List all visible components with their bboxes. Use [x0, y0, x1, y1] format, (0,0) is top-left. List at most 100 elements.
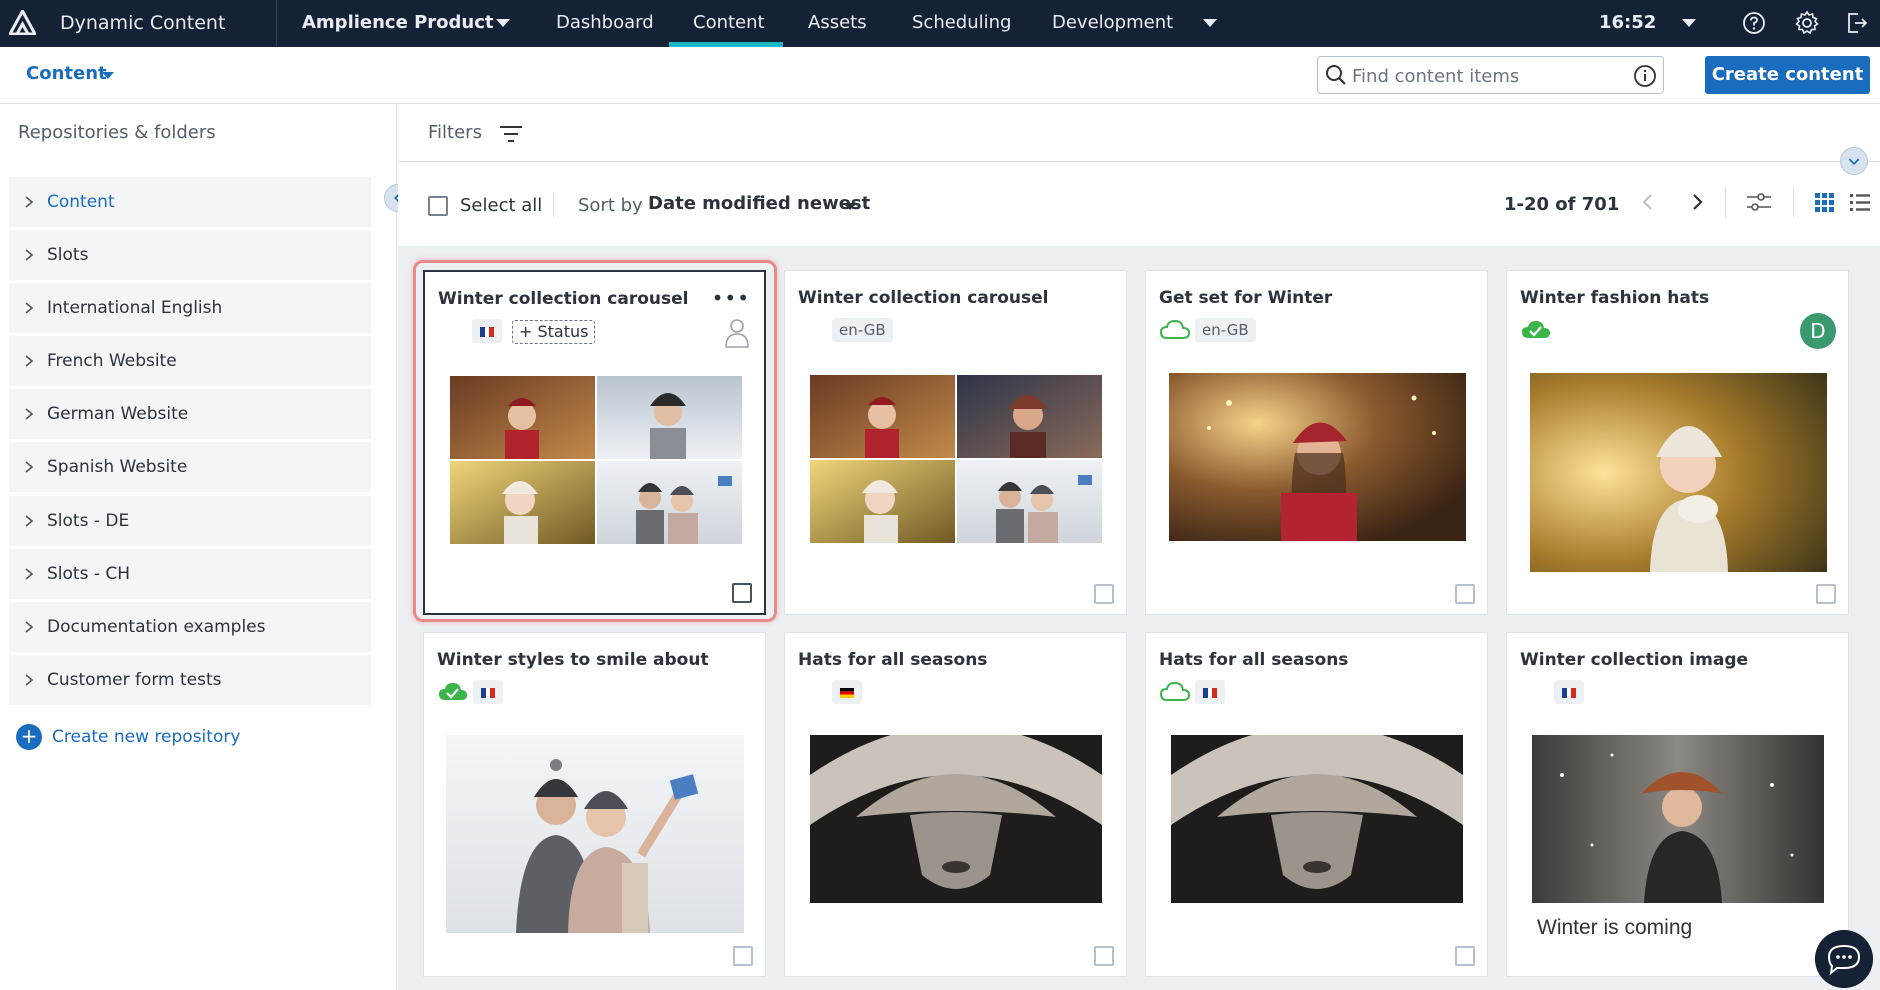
sidebar-item-customer-form-tests[interactable]: Customer form tests: [9, 655, 371, 705]
avatar[interactable]: D: [1800, 313, 1836, 349]
section-chevron-down-icon[interactable]: [102, 72, 114, 79]
amplience-logo-icon[interactable]: [9, 10, 36, 35]
sidebar-item-documentation-examples[interactable]: Documentation examples: [9, 602, 371, 652]
list-view-icon[interactable]: [1846, 188, 1874, 216]
nav-assets[interactable]: Assets: [808, 12, 867, 33]
settings-gear-icon[interactable]: [1794, 10, 1820, 36]
germany-flag-icon: [840, 687, 854, 698]
sidebar-item-label: Slots - DE: [47, 511, 130, 531]
card-select-checkbox[interactable]: [733, 946, 753, 966]
content-card[interactable]: Winter fashion hats D: [1506, 270, 1849, 615]
card-select-checkbox[interactable]: [1094, 584, 1114, 604]
content-card[interactable]: Get set for Winter en-GB: [1145, 270, 1488, 615]
nav-content[interactable]: Content: [693, 12, 765, 33]
assign-user-icon[interactable]: [724, 318, 750, 348]
locale-tag: [1195, 680, 1225, 704]
content-card[interactable]: Winter collection carousel en-GB: [784, 270, 1127, 615]
sidebar-item-label: International English: [47, 298, 223, 318]
select-all-label[interactable]: Select all: [460, 195, 542, 216]
card-select-checkbox[interactable]: [1816, 584, 1836, 604]
sidebar-item-spanish-website[interactable]: Spanish Website: [9, 442, 371, 492]
sidebar-item-slots[interactable]: Slots: [9, 230, 371, 280]
chevron-right-icon: [25, 568, 34, 580]
view-settings-sliders-icon[interactable]: [1745, 188, 1773, 216]
sidebar-item-label: Spanish Website: [47, 457, 188, 477]
sort-chevron-down-icon[interactable]: [843, 203, 857, 210]
content-thumbnail: [810, 735, 1102, 903]
content-header-bar: Content Find content items Create conten…: [0, 47, 1880, 104]
filter-icon[interactable]: [498, 124, 524, 144]
help-icon[interactable]: [1741, 10, 1767, 36]
grid-view-icon[interactable]: [1810, 188, 1838, 216]
card-title: Winter collection carousel: [438, 289, 689, 309]
sidebar-item-french-website[interactable]: French Website: [9, 336, 371, 386]
app-title: Dynamic Content: [60, 12, 226, 34]
nav-dashboard[interactable]: Dashboard: [556, 12, 654, 33]
nav-scheduling[interactable]: Scheduling: [912, 12, 1011, 33]
hub-chevron-down-icon[interactable]: [496, 19, 510, 27]
toolbar-divider: [553, 192, 554, 218]
content-card[interactable]: Hats for all seasons: [784, 632, 1127, 977]
card-title: Winter styles to smile about: [437, 650, 709, 670]
section-selector[interactable]: Content: [26, 63, 107, 84]
sidebar-item-label: German Website: [47, 404, 189, 424]
content-thumbnail: [1169, 373, 1466, 541]
card-title: Hats for all seasons: [798, 650, 988, 670]
content-card[interactable]: Winter collection carousel ••• + Status: [423, 270, 766, 615]
info-icon[interactable]: [1633, 64, 1657, 88]
search-input[interactable]: Find content items: [1317, 56, 1664, 94]
clock-chevron-down-icon[interactable]: [1682, 19, 1696, 27]
card-select-checkbox[interactable]: [1455, 584, 1475, 604]
select-all-checkbox[interactable]: [428, 196, 448, 216]
more-options-icon[interactable]: •••: [712, 286, 750, 310]
locale-tag: en-GB: [1195, 318, 1256, 342]
sidebar-item-international-english[interactable]: International English: [9, 283, 371, 333]
plus-icon: +: [16, 724, 42, 750]
sidebar-item-label: Slots - CH: [47, 564, 131, 584]
logout-icon[interactable]: [1844, 10, 1870, 36]
chevron-right-icon: [25, 302, 34, 314]
add-status-button[interactable]: + Status: [512, 320, 596, 344]
content-card[interactable]: Winter collection image Winter is coming: [1506, 632, 1849, 977]
sidebar-item-slots-ch[interactable]: Slots - CH: [9, 549, 371, 599]
carousel-thumbnail: [810, 375, 1102, 543]
card-select-checkbox[interactable]: [1455, 946, 1475, 966]
sidebar-item-slots-de[interactable]: Slots - DE: [9, 496, 371, 546]
france-flag-icon: [1562, 687, 1576, 698]
content-thumbnail: [446, 735, 744, 933]
france-flag-icon: [480, 326, 494, 337]
content-grid: Winter collection carousel ••• + Status: [398, 246, 1880, 990]
chat-support-icon[interactable]: [1815, 930, 1873, 988]
card-select-checkbox[interactable]: [1094, 946, 1114, 966]
sort-dropdown[interactable]: Date modified newest: [648, 193, 870, 214]
clock: 16:52: [1599, 12, 1657, 33]
content-thumbnail: [1530, 373, 1827, 572]
locale-tag: [473, 680, 503, 704]
card-select-checkbox[interactable]: [732, 583, 752, 603]
cloud-unpublished-icon: [1159, 319, 1191, 339]
content-card[interactable]: Hats for all seasons: [1145, 632, 1488, 977]
sidebar-item-content[interactable]: Content: [9, 177, 371, 227]
search-icon: [1326, 65, 1346, 85]
content-card[interactable]: Winter styles to smile about: [423, 632, 766, 977]
nav-development[interactable]: Development: [1052, 12, 1173, 33]
development-chevron-down-icon[interactable]: [1203, 19, 1217, 27]
content-thumbnail: [1532, 735, 1824, 903]
hub-selector[interactable]: Amplience Product: [302, 12, 494, 33]
card-title: Get set for Winter: [1159, 288, 1333, 308]
next-page-chevron-right-icon[interactable]: [1683, 188, 1711, 216]
previous-page-chevron-left-icon[interactable]: [1634, 188, 1662, 216]
chevron-right-icon: [25, 355, 34, 367]
chevron-right-icon: [25, 249, 34, 261]
search-placeholder: Find content items: [1352, 66, 1520, 87]
filters-label[interactable]: Filters: [428, 122, 482, 143]
create-content-button[interactable]: Create content: [1705, 56, 1870, 94]
card-title: Hats for all seasons: [1159, 650, 1349, 670]
card-title: Winter fashion hats: [1520, 288, 1710, 308]
locale-tag: [1554, 680, 1584, 704]
chevron-right-icon: [25, 461, 34, 473]
sidebar-item-german-website[interactable]: German Website: [9, 389, 371, 439]
sidebar-item-label: Customer form tests: [47, 670, 222, 690]
sidebar-item-label: French Website: [47, 351, 177, 371]
locale-tag: [472, 319, 502, 343]
